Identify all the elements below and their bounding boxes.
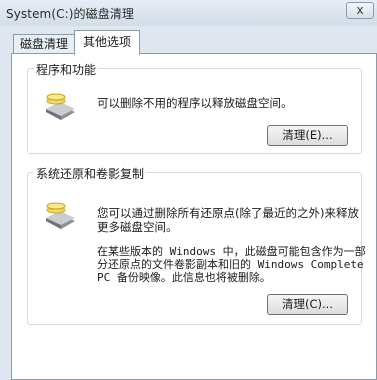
system-restore-group: 系统还原和卷影复制 您可以通过删除所有还原点(除了最近的之外)来释放更多磁盘空间…	[27, 165, 366, 325]
restore-description: 您可以通过删除所有还原点(除了最近的之外)来释放更多磁盘空间。	[97, 206, 359, 234]
title-bar: System(C:)的磁盘清理 x	[0, 0, 377, 26]
group-title: 系统还原和卷影复制	[34, 165, 147, 182]
cleanup-restore-button[interactable]: 清理(C)...	[267, 294, 348, 315]
cleanup-programs-button[interactable]: 清理(E)...	[267, 125, 348, 146]
restore-note: 在某些版本的 Windows 中，此磁盘可能包含作为一部分还原点的文件卷影副本和…	[97, 245, 366, 284]
disk-cleanup-icon	[46, 93, 75, 120]
programs-and-features-group: 程序和功能 可以删除不用的程序以释放磁盘空间。 清理(E)...	[27, 61, 362, 154]
window-title: System(C:)的磁盘清理	[6, 7, 135, 21]
tab-panel: 程序和功能 可以删除不用的程序以释放磁盘空间。 清理(E)... 系统还原和卷影…	[11, 53, 377, 380]
close-button[interactable]: x	[346, 2, 374, 19]
disk-cleanup-icon	[46, 202, 75, 229]
tab-more-options[interactable]: 其他选项	[74, 30, 140, 55]
group-title: 程序和功能	[34, 61, 99, 78]
tab-disk-cleanup[interactable]: 磁盘清理	[13, 34, 75, 54]
programs-description: 可以删除不用的程序以释放磁盘空间。	[97, 96, 293, 110]
